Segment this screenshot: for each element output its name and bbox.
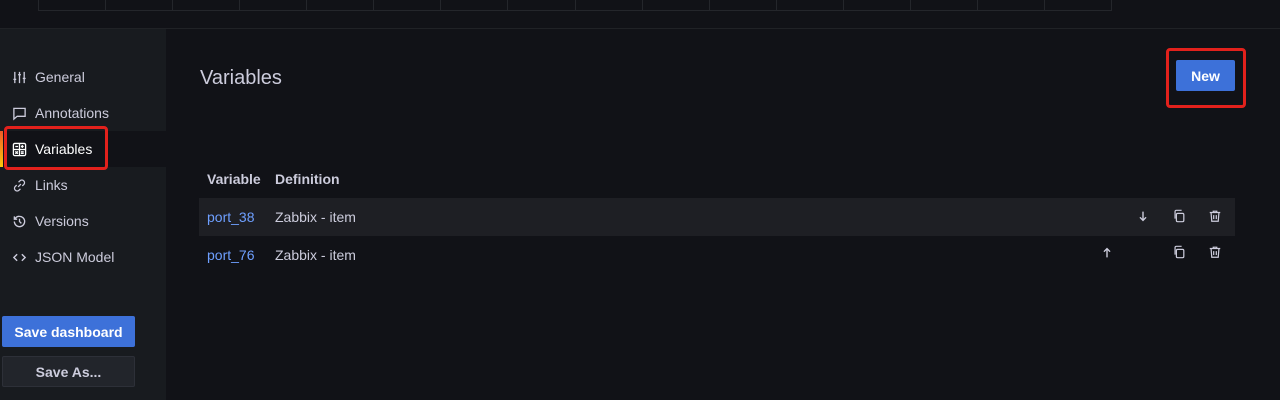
sidebar-item-label: General [35, 69, 85, 85]
variable-definition: Zabbix - item [275, 247, 356, 263]
table-row: port_76 Zabbix - item [199, 236, 1235, 274]
page-title: Variables [200, 67, 282, 89]
sidebar-item-versions[interactable]: Versions [0, 203, 166, 239]
calculator-icon [11, 141, 27, 157]
settings-sidebar: General Annotations Variables Links Vers… [0, 29, 166, 400]
sidebar-item-variables[interactable]: Variables [0, 131, 166, 167]
trash-icon[interactable] [1207, 244, 1223, 260]
sidebar-item-links[interactable]: Links [0, 167, 166, 203]
variable-name-link[interactable]: port_38 [207, 209, 254, 225]
variable-name-link[interactable]: port_76 [207, 247, 254, 263]
variable-definition: Zabbix - item [275, 209, 356, 225]
top-bar [0, 0, 1280, 29]
top-panel-strip [38, 0, 1112, 11]
column-header-definition: Definition [275, 171, 340, 187]
comment-icon [11, 105, 27, 121]
column-header-variable: Variable [207, 171, 261, 187]
sidebar-item-label: Versions [35, 213, 89, 229]
sidebar-item-json-model[interactable]: JSON Model [0, 239, 166, 275]
save-dashboard-button[interactable]: Save dashboard [2, 316, 135, 347]
duplicate-icon[interactable] [1171, 208, 1187, 224]
arrow-up-icon[interactable] [1099, 245, 1115, 261]
sidebar-item-general[interactable]: General [0, 59, 166, 95]
arrow-down-icon[interactable] [1135, 208, 1151, 224]
sidebar-item-label: Variables [35, 141, 93, 157]
table-row: port_38 Zabbix - item [199, 198, 1235, 236]
sidebar-item-label: Links [35, 177, 68, 193]
sidebar-item-label: Annotations [35, 105, 109, 121]
new-variable-button[interactable]: New [1176, 60, 1235, 91]
code-icon [11, 249, 27, 265]
sidebar-item-annotations[interactable]: Annotations [0, 95, 166, 131]
duplicate-icon[interactable] [1171, 244, 1187, 260]
save-as-button[interactable]: Save As... [2, 356, 135, 387]
sidebar-item-label: JSON Model [35, 249, 115, 265]
link-icon [11, 177, 27, 193]
variables-panel: Variables New Variable Definition port_3… [166, 29, 1280, 400]
trash-icon[interactable] [1207, 208, 1223, 224]
sliders-icon [11, 69, 27, 85]
history-icon [11, 213, 27, 229]
